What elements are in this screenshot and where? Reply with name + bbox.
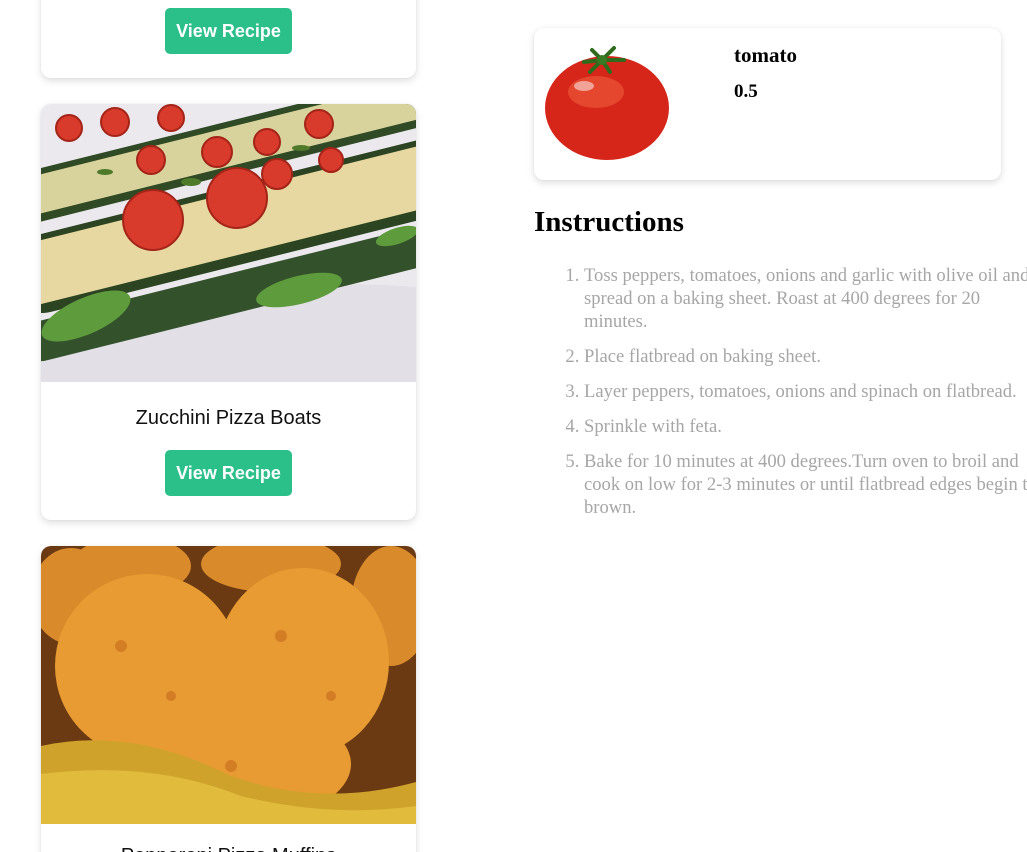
instruction-step: Toss peppers, tomatoes, onions and garli… — [584, 264, 1027, 333]
view-recipe-button[interactable]: View Recipe — [165, 450, 292, 496]
instruction-step: Bake for 10 minutes at 400 degrees.Turn … — [584, 450, 1027, 519]
ingredient-quantity: 0.5 — [734, 81, 758, 102]
instruction-step: Place flatbread on baking sheet. — [584, 345, 1027, 368]
ingredient-name: tomato — [734, 43, 797, 67]
recipe-image — [41, 546, 416, 824]
instruction-step: Layer peppers, tomatoes, onions and spin… — [584, 380, 1027, 403]
recipe-image — [41, 104, 416, 382]
ingredient-image — [544, 40, 672, 162]
ingredient-card: tomato 0.5 — [534, 28, 1001, 180]
instructions-heading: Instructions — [534, 206, 684, 238]
recipe-card: Zucchini Pizza Boats View Recipe — [41, 104, 416, 520]
recipe-card: Pepperoni Pizza Muffins — [41, 546, 416, 852]
view-recipe-button[interactable]: View Recipe — [165, 8, 292, 54]
instructions-list: Toss peppers, tomatoes, onions and garli… — [544, 264, 1027, 531]
instruction-step: Sprinkle with feta. — [584, 415, 1027, 438]
recipe-title: Zucchini Pizza Boats — [135, 407, 322, 429]
recipe-title: Pepperoni Pizza Muffins — [41, 844, 416, 852]
recipe-card: View Recipe — [41, 0, 416, 78]
